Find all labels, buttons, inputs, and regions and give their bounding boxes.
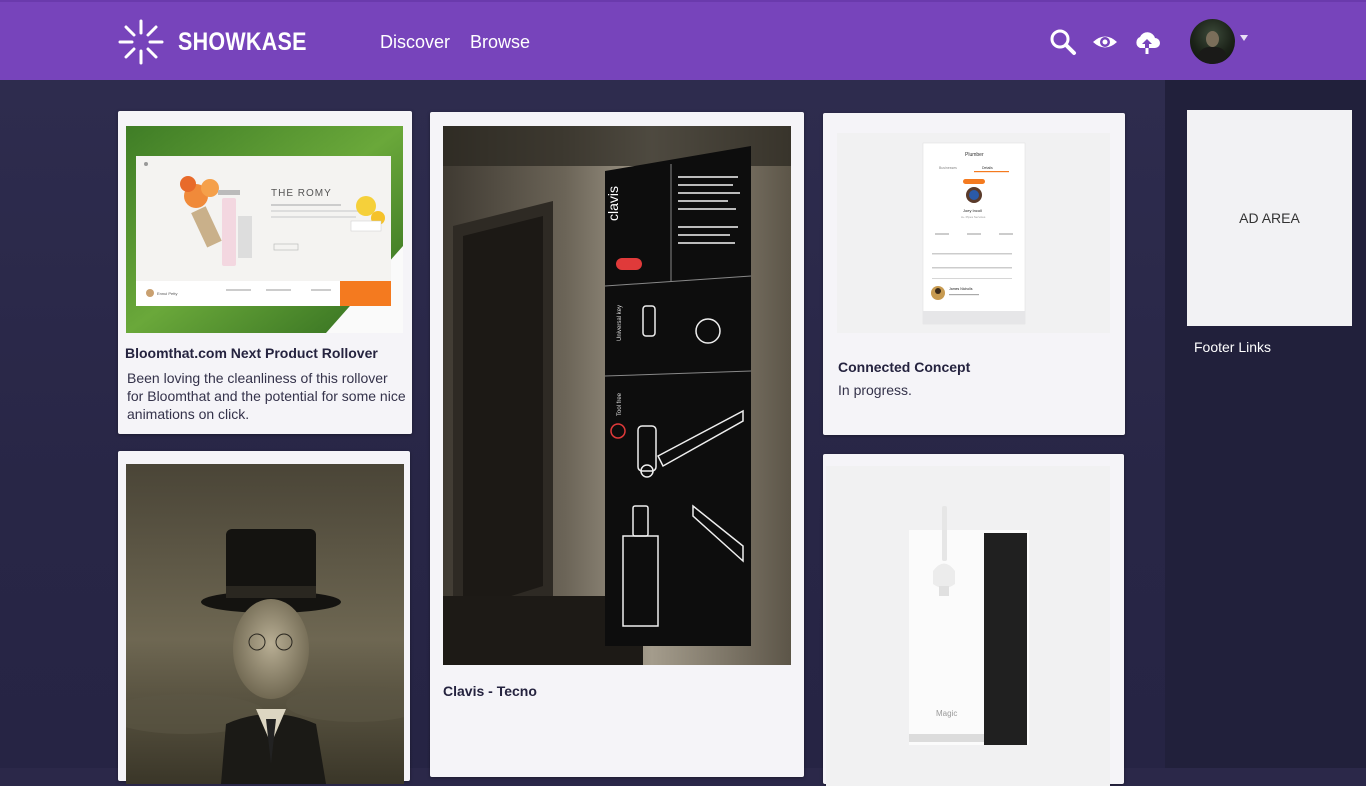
phone-tab: Details	[982, 166, 993, 170]
phone-contact: James Nicholls	[949, 287, 973, 291]
search-icon[interactable]	[1049, 28, 1077, 56]
project-thumbnail[interactable]: Magic	[826, 466, 1110, 786]
project-card[interactable]: Magic	[823, 454, 1124, 786]
ad-label: AD AREA	[1239, 210, 1300, 226]
card-title[interactable]: Bloomthat.com Next Product Rollover	[125, 345, 378, 361]
project-thumbnail[interactable]: THE ROMY Ennui Petty	[126, 126, 403, 333]
card-title[interactable]: Connected Concept	[838, 359, 970, 375]
magic-label: Magic	[936, 709, 957, 718]
avatar[interactable]	[1190, 19, 1235, 64]
top-nav-bar: SHOWKASE Discover Browse	[0, 0, 1366, 80]
footer-links[interactable]: Footer Links	[1194, 339, 1271, 355]
card-title[interactable]: Clavis - Tecno	[443, 683, 537, 699]
thumb-author: Ennui Petty	[157, 291, 177, 296]
thumb-heading: THE ROMY	[271, 188, 332, 199]
showkase-logo-icon[interactable]	[118, 19, 164, 65]
nav-discover[interactable]: Discover	[380, 32, 450, 53]
chevron-down-icon[interactable]	[1240, 35, 1248, 41]
card-description: In progress.	[838, 382, 912, 398]
project-thumbnail[interactable]	[126, 464, 404, 784]
project-card[interactable]	[118, 451, 410, 784]
project-card[interactable]: THE ROMY Ennui Petty Bloomthat.com Next …	[118, 111, 412, 434]
upload-cloud-icon[interactable]	[1133, 28, 1161, 56]
project-card[interactable]: Plumber Businesses Details Joey Incoll A…	[823, 113, 1125, 435]
card-description: Been loving the cleanliness of this roll…	[127, 370, 406, 422]
clavis-word: clavis	[605, 186, 621, 221]
ad-area[interactable]: AD AREA	[1187, 110, 1352, 326]
phone-name: Joey Incoll	[963, 208, 982, 213]
clavis-label: Universal key	[617, 305, 623, 341]
phone-sub: A+ Pipes Services	[961, 215, 986, 219]
brand-name[interactable]: SHOWKASE	[178, 28, 307, 57]
project-thumbnail[interactable]: Plumber Businesses Details Joey Incoll A…	[837, 133, 1110, 333]
project-card[interactable]: clavis Universal key Tool free Clavis - …	[430, 112, 804, 777]
phone-title: Plumber	[965, 152, 984, 158]
nav-browse[interactable]: Browse	[470, 32, 530, 53]
clavis-label: Tool free	[617, 392, 623, 416]
project-thumbnail[interactable]: clavis Universal key Tool free	[443, 126, 791, 665]
eye-icon[interactable]	[1091, 28, 1119, 56]
phone-tab: Businesses	[939, 166, 957, 170]
